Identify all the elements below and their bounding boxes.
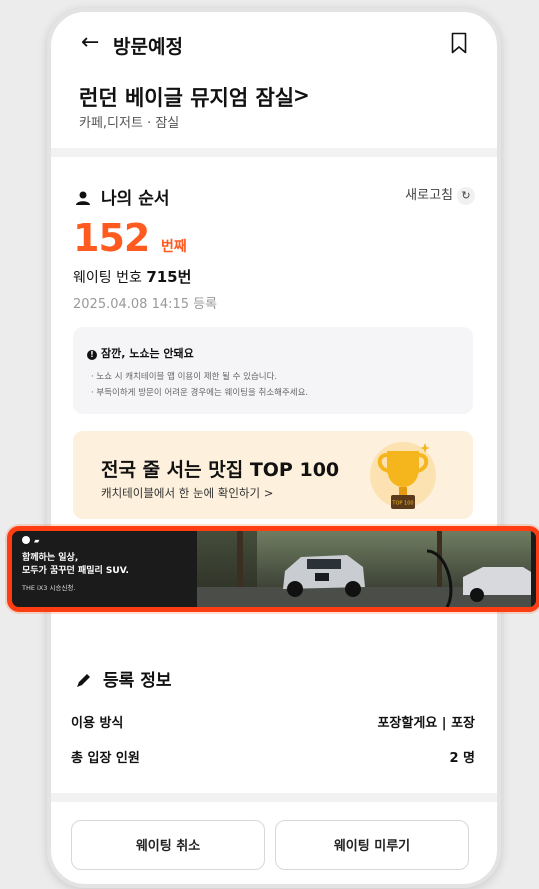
- party-size-label: 총 입장 인원: [71, 751, 140, 766]
- trophy-label: TOP 100: [391, 501, 413, 507]
- refresh-label: 새로고침: [405, 188, 453, 203]
- ad-headline-2: 모두가 꿈꾸던 패밀리 SUV.: [22, 566, 129, 576]
- info-icon: !: [87, 350, 97, 360]
- usage-type-label: 이용 방식: [71, 716, 124, 731]
- top100-banner[interactable]: 전국 줄 서는 맛집 TOP 100 캐치테이블에서 한 눈에 확인하기 > T…: [73, 431, 473, 519]
- registration-heading: 등록 정보: [75, 666, 171, 691]
- party-size-value: 2 명: [449, 751, 475, 766]
- cancel-waiting-button[interactable]: 웨이팅 취소: [71, 820, 265, 870]
- ad-cta[interactable]: THE iX3 시승신청.: [22, 582, 75, 592]
- ad-headline-1: 함께하는 일상,: [22, 553, 79, 563]
- usage-type-value: 포장할게요 | 포장: [377, 716, 475, 731]
- waiting-number-value: 715번: [146, 268, 192, 286]
- notice-title-text: 잠깐, 노쇼는 안돼요: [101, 347, 194, 360]
- ad-banner[interactable]: ▰ 함께하는 일상, 모두가 꿈꾸던 패밀리 SUV. THE iX3 시승신청…: [7, 526, 539, 612]
- notice-title: ! 잠깐, 노쇼는 안돼요: [87, 345, 194, 361]
- bookmark-icon[interactable]: [451, 32, 467, 54]
- section-divider: [51, 793, 497, 802]
- promo-title: 전국 줄 서는 맛집 TOP 100: [101, 459, 340, 481]
- phone-frame: ← 방문예정 런던 베이글 뮤지엄 잠실 > 카페,디저트 · 잠실 나의 순서…: [47, 8, 501, 888]
- notice-line-text: 노쇼 시 캐치테이블 앱 이용이 제한 될 수 있습니다.: [96, 372, 278, 382]
- promo-subtitle[interactable]: 캐치테이블에서 한 눈에 확인하기 >: [101, 485, 273, 501]
- postpone-waiting-button[interactable]: 웨이팅 미루기: [275, 820, 469, 870]
- refresh-icon: ↻: [457, 187, 475, 205]
- refresh-button[interactable]: 새로고침 ↻: [405, 184, 475, 205]
- queue-heading-label: 나의 순서: [101, 189, 170, 209]
- person-icon: [76, 191, 90, 205]
- queue-heading: 나의 순서: [75, 184, 169, 209]
- waiting-number: 웨이팅 번호 715번: [73, 266, 191, 287]
- bmw-logo-icon: ▰: [22, 536, 39, 545]
- bmw-roundel-icon: [22, 536, 30, 544]
- chevron-right-icon[interactable]: >: [293, 83, 310, 107]
- trophy-icon: TOP 100: [370, 442, 436, 509]
- queue-position-number: 152: [73, 216, 150, 260]
- queue-position-unit: 번째: [161, 239, 187, 255]
- store-category: 카페,디저트 · 잠실: [79, 116, 180, 131]
- arrow-left-icon[interactable]: ←: [81, 30, 99, 56]
- top-bar: ← 방문예정: [51, 24, 497, 64]
- store-name[interactable]: 런던 베이글 뮤지엄 잠실: [79, 82, 294, 112]
- section-divider: [51, 148, 497, 157]
- noshow-notice: ! 잠깐, 노쇼는 안돼요 · 노쇼 시 캐치테이블 앱 이용이 제한 될 수 있…: [73, 327, 473, 414]
- ad-car-photo: [197, 531, 536, 607]
- notice-line: · 노쇼 시 캐치테이블 앱 이용이 제한 될 수 있습니다.: [91, 372, 278, 382]
- waiting-number-label: 웨이팅 번호: [73, 270, 142, 286]
- pencil-icon: [77, 674, 90, 687]
- registration-heading-label: 등록 정보: [103, 671, 172, 691]
- notice-line: · 부득이하게 방문이 어려운 경우에는 웨이팅을 취소해주세요.: [91, 388, 309, 398]
- page-title: 방문예정: [113, 36, 183, 58]
- registered-time: 2025.04.08 14:15 등록: [73, 297, 218, 312]
- notice-line-text: 부득이하게 방문이 어려운 경우에는 웨이팅을 취소해주세요.: [96, 388, 309, 398]
